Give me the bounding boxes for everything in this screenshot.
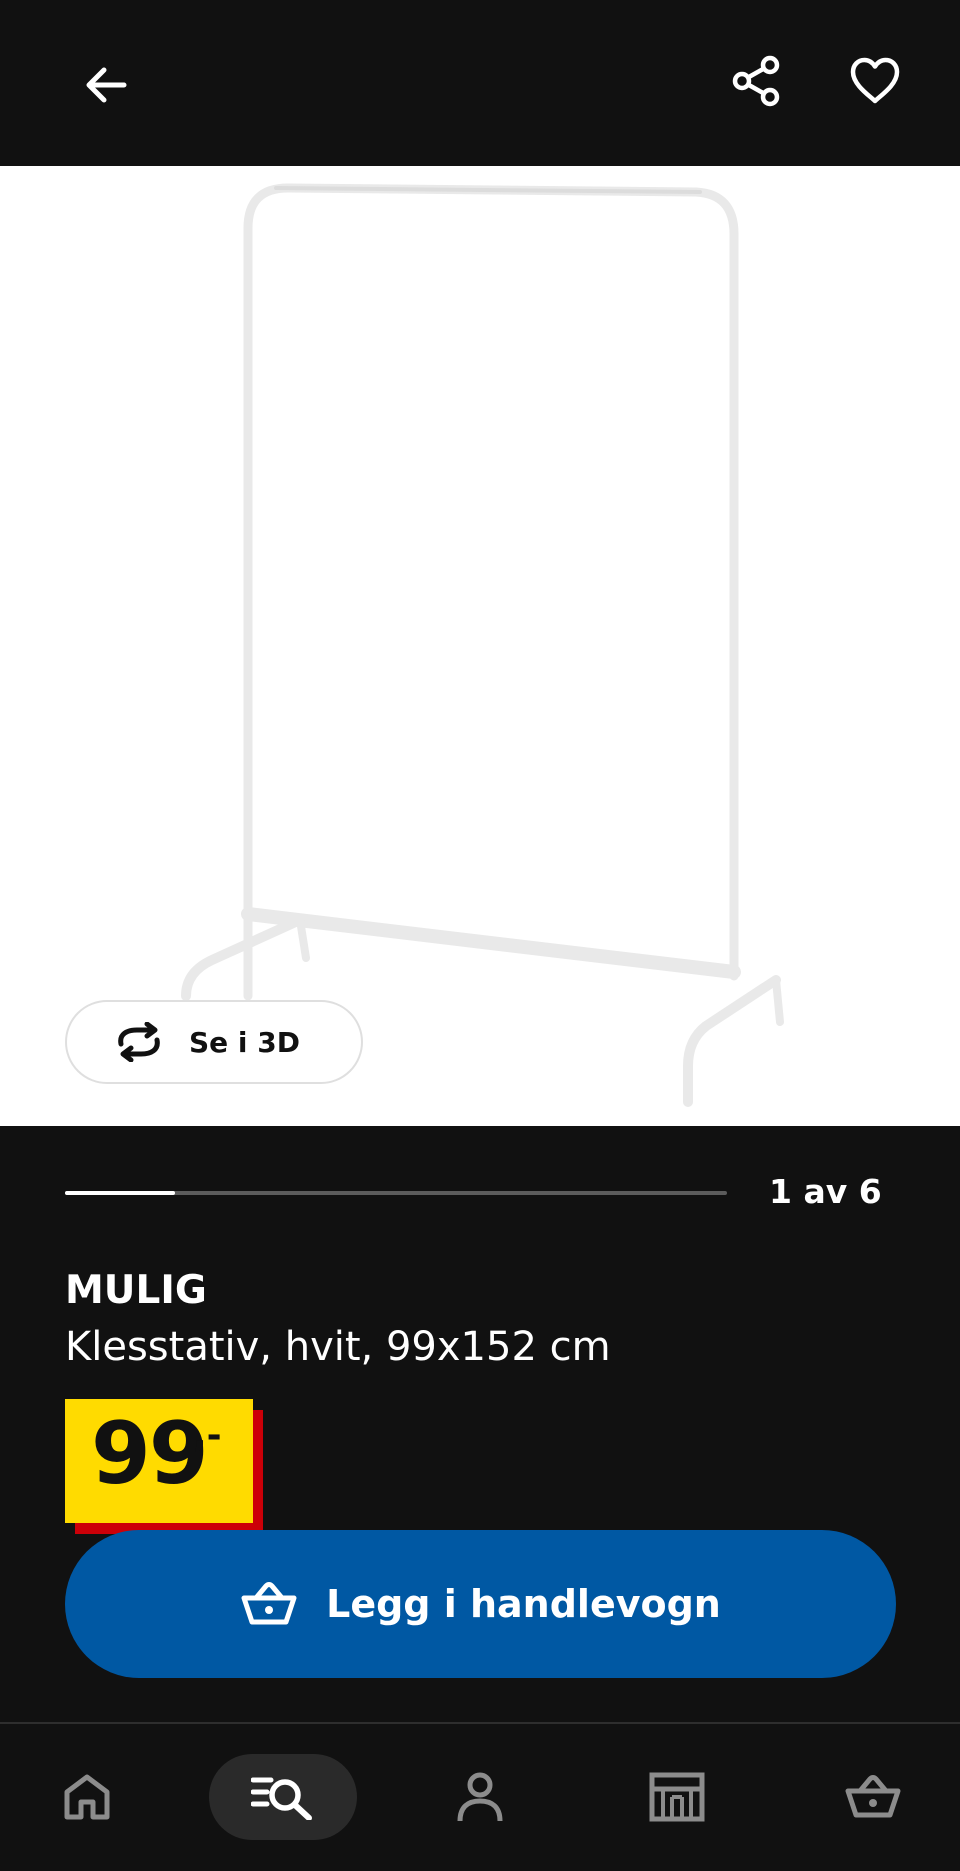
nav-home[interactable]	[47, 1754, 127, 1840]
nav-cart[interactable]	[833, 1754, 913, 1840]
rotate-icon	[118, 1022, 160, 1062]
share-button[interactable]	[717, 41, 797, 121]
search-icon	[251, 1777, 312, 1820]
basket-icon	[845, 1775, 901, 1818]
add-to-cart-button[interactable]: Legg i handlevogn	[65, 1530, 896, 1678]
product-description: Klesstativ, hvit, 99x152 cm	[65, 1324, 611, 1370]
view-in-3d-button[interactable]: Se i 3D	[65, 1000, 363, 1084]
share-icon	[732, 55, 780, 107]
price-integer: 99	[91, 1404, 209, 1504]
price-tag: 99 ,-	[65, 1399, 253, 1523]
gallery-progress-fill	[65, 1191, 176, 1195]
arrow-left-icon	[86, 67, 127, 103]
user-icon	[457, 1772, 503, 1822]
gallery-progress-bar	[65, 1191, 727, 1195]
price-suffix: ,-	[193, 1415, 222, 1456]
bottom-navigation	[0, 1724, 960, 1871]
product-name: MULIG	[65, 1268, 207, 1313]
add-to-cart-label: Legg i handlevogn	[326, 1582, 721, 1626]
back-button[interactable]	[66, 45, 146, 125]
nav-account[interactable]	[440, 1754, 520, 1840]
home-icon	[64, 1774, 110, 1820]
product-image-gallery[interactable]: Se i 3D	[0, 166, 960, 1126]
view-in-3d-label: Se i 3D	[189, 1025, 300, 1059]
gallery-page-counter: 1 av 6	[769, 1172, 882, 1211]
store-icon	[649, 1772, 705, 1822]
basket-icon	[241, 1582, 297, 1625]
nav-search[interactable]	[209, 1754, 357, 1840]
product-image	[181, 183, 784, 1107]
heart-icon	[850, 57, 900, 104]
top-app-bar	[0, 0, 960, 166]
nav-stores[interactable]	[637, 1754, 717, 1840]
favorite-button[interactable]	[835, 41, 915, 121]
